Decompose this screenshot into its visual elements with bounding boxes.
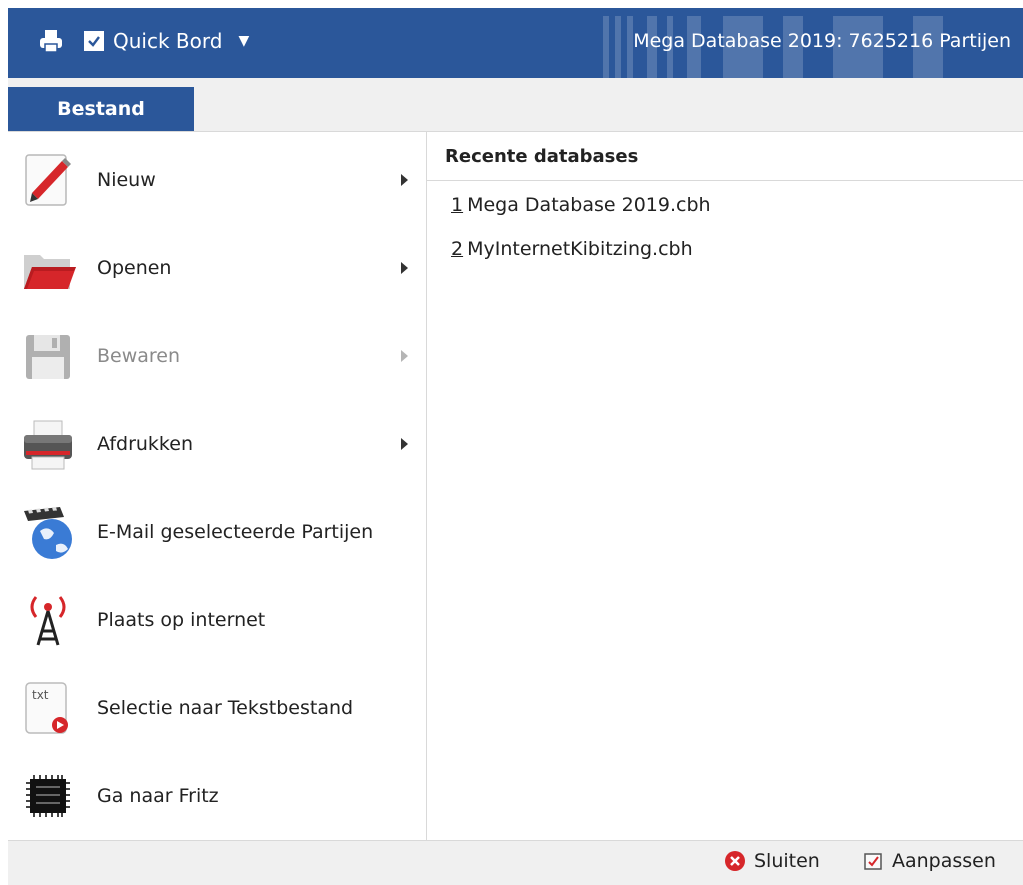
menu-item-publish-label: Plaats op internet [97, 609, 266, 631]
submenu-arrow-icon [401, 438, 408, 450]
menu-item-open[interactable]: Openen [8, 228, 426, 308]
customize-icon [864, 853, 882, 870]
customize-button[interactable]: Aanpassen [862, 850, 996, 872]
ribbon-tab-strip: Bestand [8, 78, 1023, 131]
checkmark-icon [88, 36, 100, 47]
globe-chessboard-icon [24, 507, 72, 559]
menu-item-export-text-label: Selectie naar Tekstbestand [97, 697, 354, 719]
print-icon[interactable] [38, 28, 64, 54]
new-pencil-icon [25, 154, 71, 206]
backstage-view: Nieuw Openen Bewaren Afdrukken E-Mail ge… [8, 131, 1023, 841]
customize-button-label: Aanpassen [892, 850, 996, 872]
menu-item-new[interactable]: Nieuw [8, 140, 426, 220]
submenu-arrow-icon [401, 350, 408, 362]
menu-item-export-text[interactable]: txt Selectie naar Tekstbestand [8, 668, 426, 748]
quick-board-checkbox[interactable] [84, 31, 104, 51]
recent-item-name: Mega Database 2019.cbh [467, 194, 711, 216]
submenu-arrow-icon [401, 262, 408, 274]
tab-file[interactable]: Bestand [8, 87, 194, 131]
menu-item-save-label: Bewaren [97, 345, 181, 367]
menu-item-open-label: Openen [97, 257, 172, 279]
svg-text:txt: txt [32, 688, 49, 702]
status-bar: Sluiten Aanpassen [8, 840, 1023, 885]
backstage-window: Quick Bord ▼ Mega Database 2019: 7625216… [8, 8, 1023, 885]
menu-item-print-label: Afdrukken [97, 433, 193, 455]
close-icon [725, 851, 745, 871]
open-folder-icon [24, 255, 76, 289]
backstage-menu: Nieuw Openen Bewaren Afdrukken E-Mail ge… [8, 132, 427, 841]
submenu-arrow-icon [401, 174, 408, 186]
printer-icon [24, 420, 72, 470]
window-title: Mega Database 2019: 7625216 Partijen [633, 30, 1011, 52]
menu-item-print[interactable]: Afdrukken [8, 404, 426, 484]
save-disk-icon [26, 335, 70, 379]
chip-icon [26, 775, 70, 817]
menu-item-publish[interactable]: Plaats op internet [8, 580, 426, 660]
divider [427, 180, 1023, 181]
antenna-icon [30, 596, 66, 646]
menu-item-fritz-label: Ga naar Fritz [97, 785, 219, 807]
menu-item-save[interactable]: Bewaren [8, 316, 426, 396]
menu-item-fritz[interactable]: Ga naar Fritz [8, 756, 426, 836]
close-button-label: Sluiten [754, 850, 820, 872]
txt-file-icon: txt [25, 682, 68, 734]
quick-access-toolbar: Quick Bord ▼ [38, 28, 249, 54]
recent-databases-panel: Recente databases 1 Mega Database 2019.cb… [427, 132, 1023, 841]
close-button[interactable]: Sluiten [724, 850, 820, 872]
quick-board-label[interactable]: Quick Bord [113, 29, 222, 53]
recent-item-number: 1 [451, 194, 464, 216]
recent-database-item[interactable]: 1 Mega Database 2019.cbh [451, 194, 711, 216]
customize-toolbar-dropdown-icon[interactable]: ▼ [238, 33, 249, 49]
recent-databases-heading: Recente databases [445, 146, 639, 167]
title-bar: Quick Bord ▼ Mega Database 2019: 7625216… [8, 8, 1023, 78]
menu-item-new-label: Nieuw [97, 169, 156, 191]
menu-item-email[interactable]: E-Mail geselecteerde Partijen [8, 492, 426, 572]
menu-item-email-label: E-Mail geselecteerde Partijen [97, 521, 374, 543]
recent-database-item[interactable]: 2 MyInternetKibitzing.cbh [451, 238, 693, 260]
recent-item-number: 2 [451, 238, 464, 260]
recent-item-name: MyInternetKibitzing.cbh [467, 238, 693, 260]
